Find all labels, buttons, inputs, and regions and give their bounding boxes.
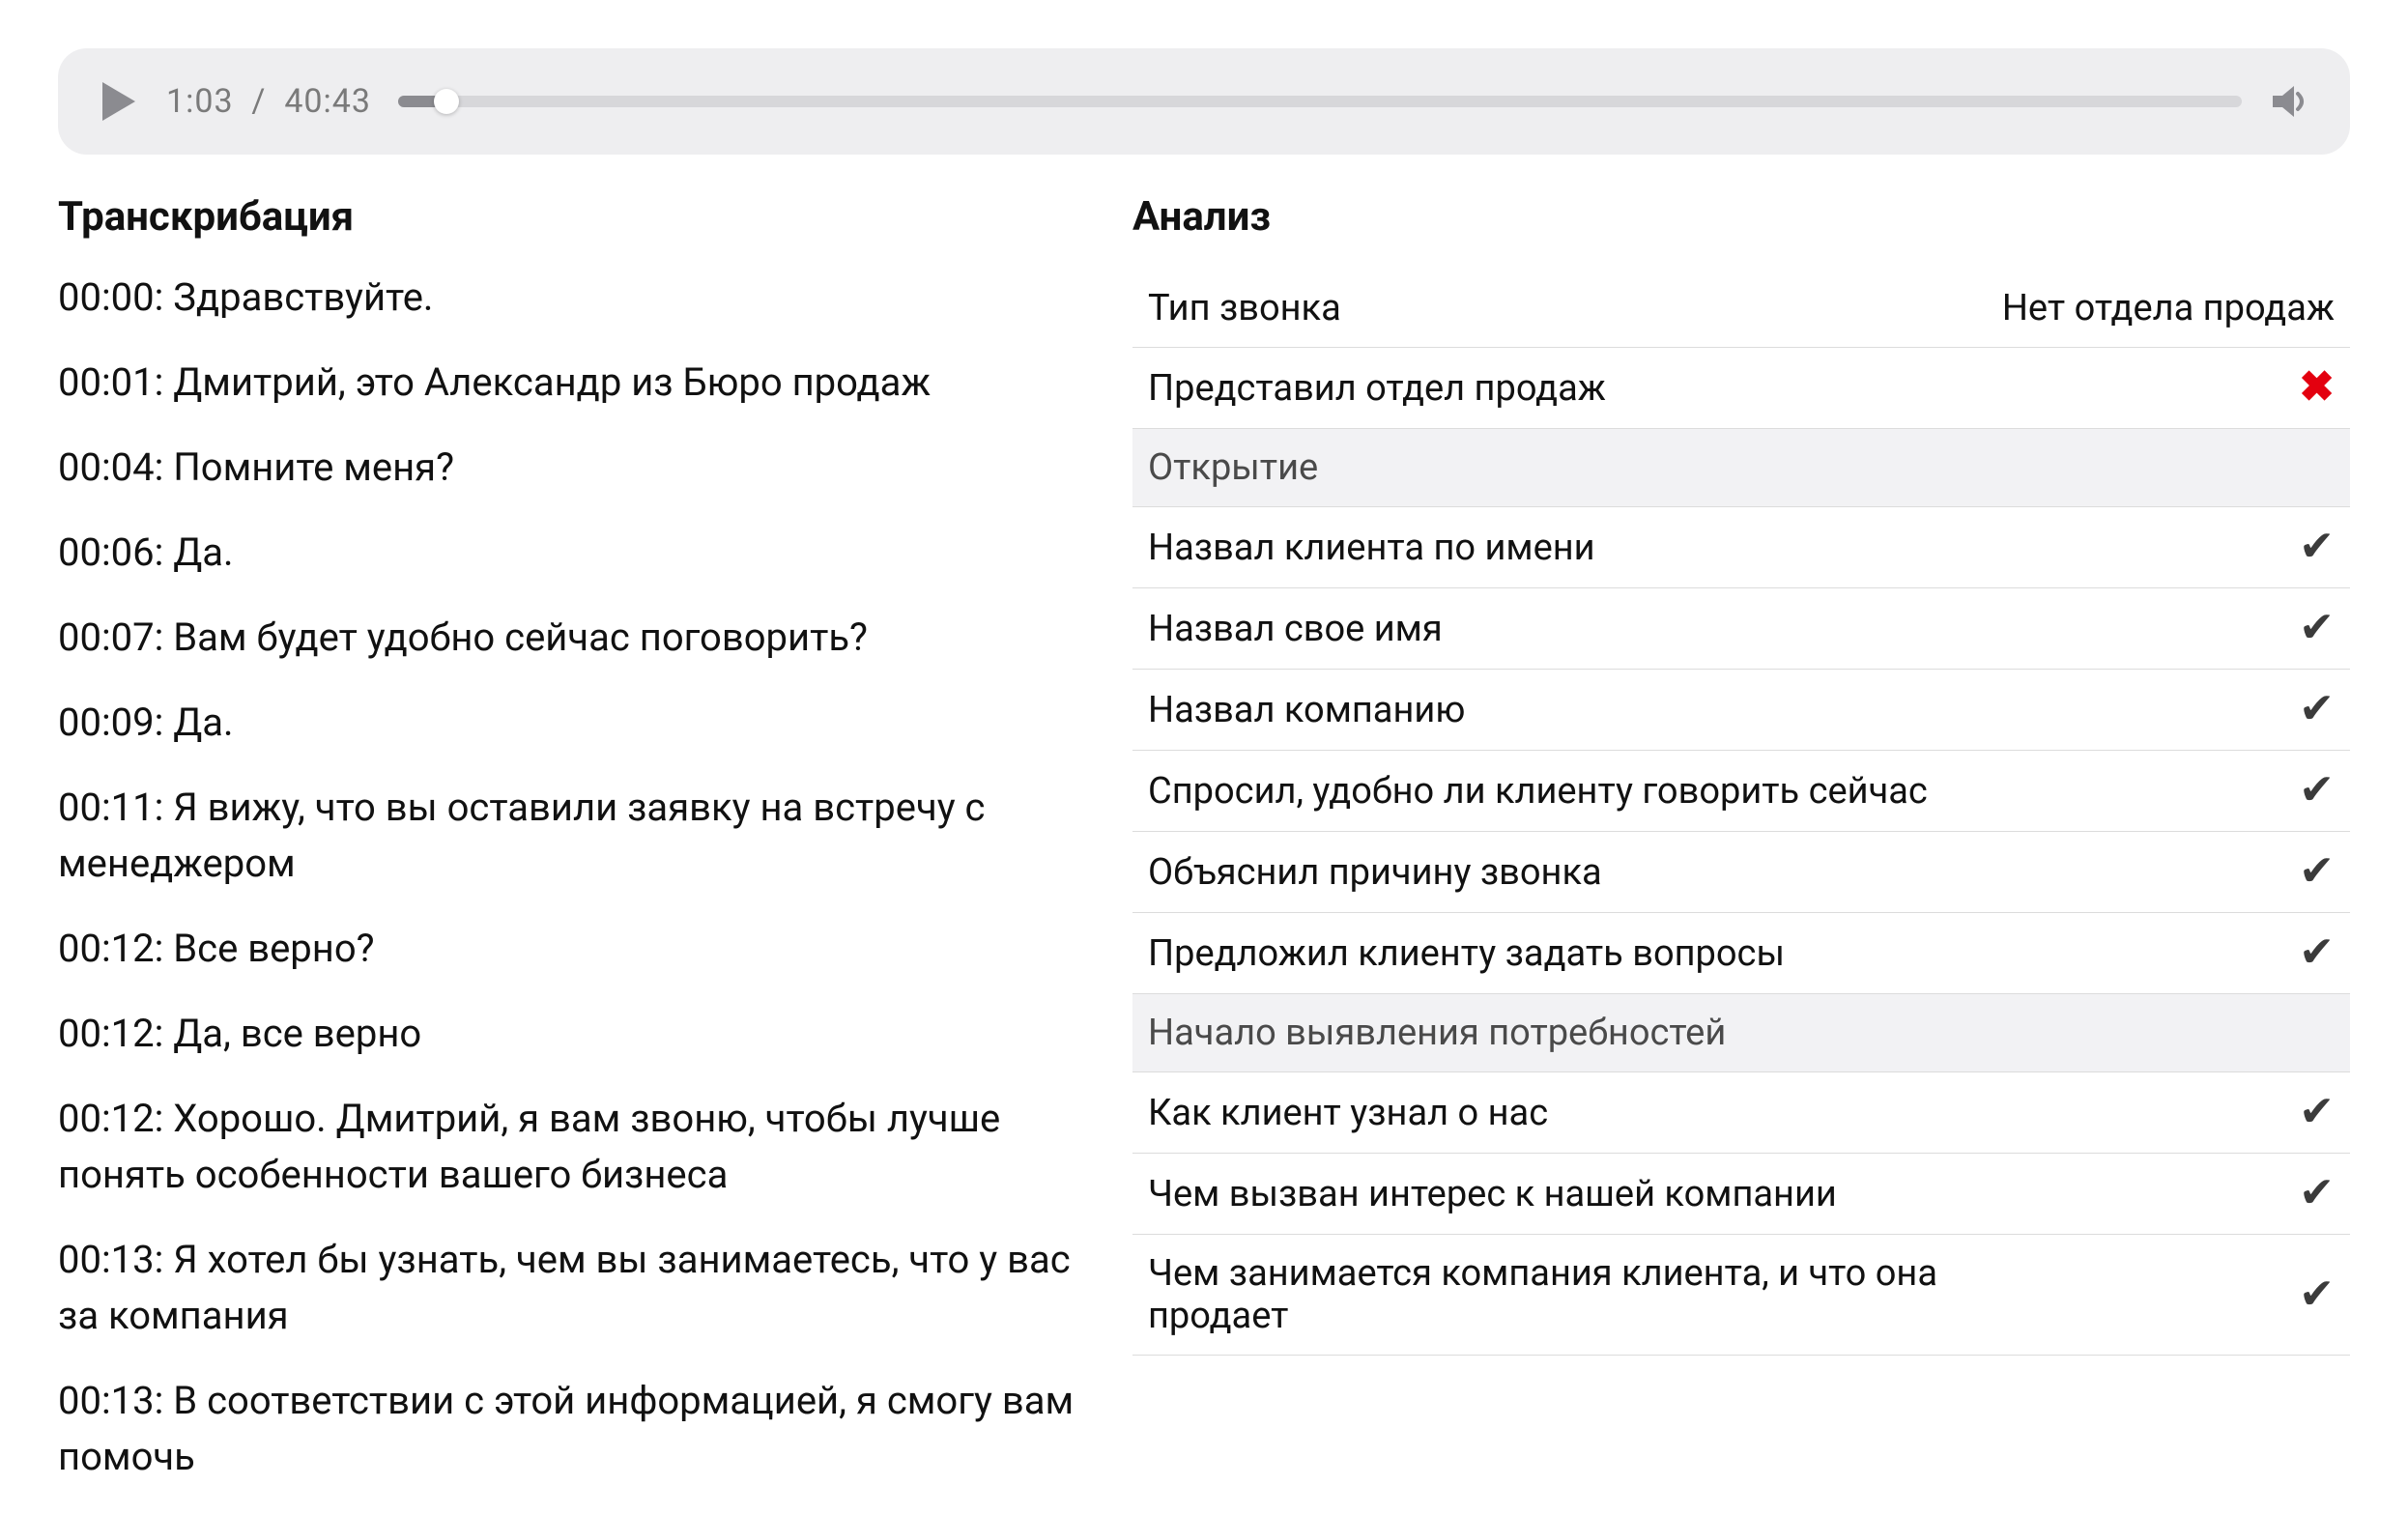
transcript-line: 00:07: Вам будет удобно сейчас поговорит… (58, 610, 1075, 666)
analysis-status: ✔ (1987, 588, 2350, 670)
seek-bar[interactable] (398, 96, 2242, 107)
transcript-line: 00:09: Да. (58, 695, 1075, 751)
analysis-label: Представил отдел продаж (1132, 348, 1987, 429)
check-icon: ✔ (2299, 602, 2335, 652)
analysis-value: Нет отдела продаж (1987, 270, 2350, 348)
transcript-line: 00:12: Да, все верно (58, 1006, 1075, 1062)
analysis-row: Тип звонкаНет отдела продаж (1132, 270, 2350, 348)
check-icon: ✔ (2299, 1167, 2335, 1217)
analysis-row: Представил отдел продаж ✖ (1132, 348, 2350, 429)
transcript-line: 00:00: Здравствуйте. (58, 270, 1075, 326)
analysis-label: Тип звонка (1132, 270, 1987, 348)
analysis-panel: Анализ Тип звонкаНет отдела продажПредст… (1132, 193, 2350, 1514)
analysis-status: ✔ (1987, 670, 2350, 751)
analysis-row: Спросил, удобно ли клиенту говорить сейч… (1132, 751, 2350, 832)
analysis-row: Назвал клиента по имени ✔ (1132, 507, 2350, 588)
playback-time: 1:03 / 40:43 (166, 82, 371, 121)
analysis-label: Назвал компанию (1132, 670, 1987, 751)
check-icon: ✔ (2299, 683, 2335, 733)
main-content: Транскрибация 00:00: Здравствуйте. 00:01:… (58, 193, 2350, 1514)
analysis-row: Объяснил причину звонка ✔ (1132, 832, 2350, 913)
analysis-status: ✔ (1987, 1072, 2350, 1154)
analysis-row: Как клиент узнал о нас ✔ (1132, 1072, 2350, 1154)
transcript-line: 00:13: Я хотел бы узнать, чем вы занимае… (58, 1232, 1075, 1344)
analysis-label: Спросил, удобно ли клиенту говорить сейч… (1132, 751, 1987, 832)
play-icon[interactable] (97, 80, 139, 123)
transcript-line: 00:04: Помните меня? (58, 440, 1075, 496)
check-icon: ✔ (2299, 1086, 2335, 1136)
analysis-row: Чем занимается компания клиента, и что о… (1132, 1235, 2350, 1356)
check-icon: ✔ (2299, 1269, 2335, 1319)
analysis-row: Чем вызван интерес к нашей компании ✔ (1132, 1154, 2350, 1235)
analysis-row: Открытие (1132, 429, 2350, 507)
transcript-list: 00:00: Здравствуйте. 00:01: Дмитрий, это … (58, 270, 1075, 1485)
seek-thumb[interactable] (434, 89, 459, 114)
check-icon: ✔ (2299, 521, 2335, 571)
analysis-status: ✔ (1987, 1235, 2350, 1356)
transcript-line: 00:12: Хорошо. Дмитрий, я вам звоню, что… (58, 1091, 1075, 1203)
analysis-table: Тип звонкаНет отдела продажПредставил от… (1132, 270, 2350, 1356)
transcript-line: 00:11: Я вижу, что вы оставили заявку на… (58, 780, 1075, 892)
analysis-title: Анализ (1132, 193, 2350, 241)
analysis-label: Как клиент узнал о нас (1132, 1072, 1987, 1154)
analysis-status: ✔ (1987, 913, 2350, 994)
analysis-status: ✔ (1987, 832, 2350, 913)
total-time: 40:43 (284, 82, 371, 121)
transcript-line: 00:06: Да. (58, 525, 1075, 581)
analysis-status: ✔ (1987, 751, 2350, 832)
analysis-label: Чем вызван интерес к нашей компании (1132, 1154, 1987, 1235)
transcript-line: 00:01: Дмитрий, это Александр из Бюро пр… (58, 355, 1075, 411)
transcript-title: Транскрибация (58, 193, 1075, 241)
check-icon: ✔ (2299, 845, 2335, 896)
analysis-status: ✔ (1987, 507, 2350, 588)
analysis-section-label: Открытие (1132, 429, 2350, 507)
audio-player: 1:03 / 40:43 (58, 48, 2350, 155)
analysis-row: Назвал компанию ✔ (1132, 670, 2350, 751)
analysis-section-label: Начало выявления потребностей (1132, 994, 2350, 1072)
transcript-line: 00:12: Все верно? (58, 921, 1075, 977)
transcript-line: 00:13: В соответствии с этой информацией… (58, 1373, 1075, 1485)
volume-icon[interactable] (2269, 80, 2311, 123)
analysis-row: Начало выявления потребностей (1132, 994, 2350, 1072)
check-icon: ✔ (2299, 927, 2335, 977)
analysis-status: ✖ (1987, 348, 2350, 429)
cross-icon: ✖ (2299, 361, 2335, 412)
analysis-label: Объяснил причину звонка (1132, 832, 1987, 913)
current-time: 1:03 (166, 82, 234, 121)
analysis-label: Назвал клиента по имени (1132, 507, 1987, 588)
analysis-status: ✔ (1987, 1154, 2350, 1235)
check-icon: ✔ (2299, 764, 2335, 814)
seek-track (398, 96, 2242, 107)
analysis-label: Чем занимается компания клиента, и что о… (1132, 1235, 1987, 1356)
analysis-label: Назвал свое имя (1132, 588, 1987, 670)
analysis-label: Предложил клиенту задать вопросы (1132, 913, 1987, 994)
analysis-row: Назвал свое имя ✔ (1132, 588, 2350, 670)
analysis-row: Предложил клиенту задать вопросы ✔ (1132, 913, 2350, 994)
transcript-panel: Транскрибация 00:00: Здравствуйте. 00:01:… (58, 193, 1075, 1514)
